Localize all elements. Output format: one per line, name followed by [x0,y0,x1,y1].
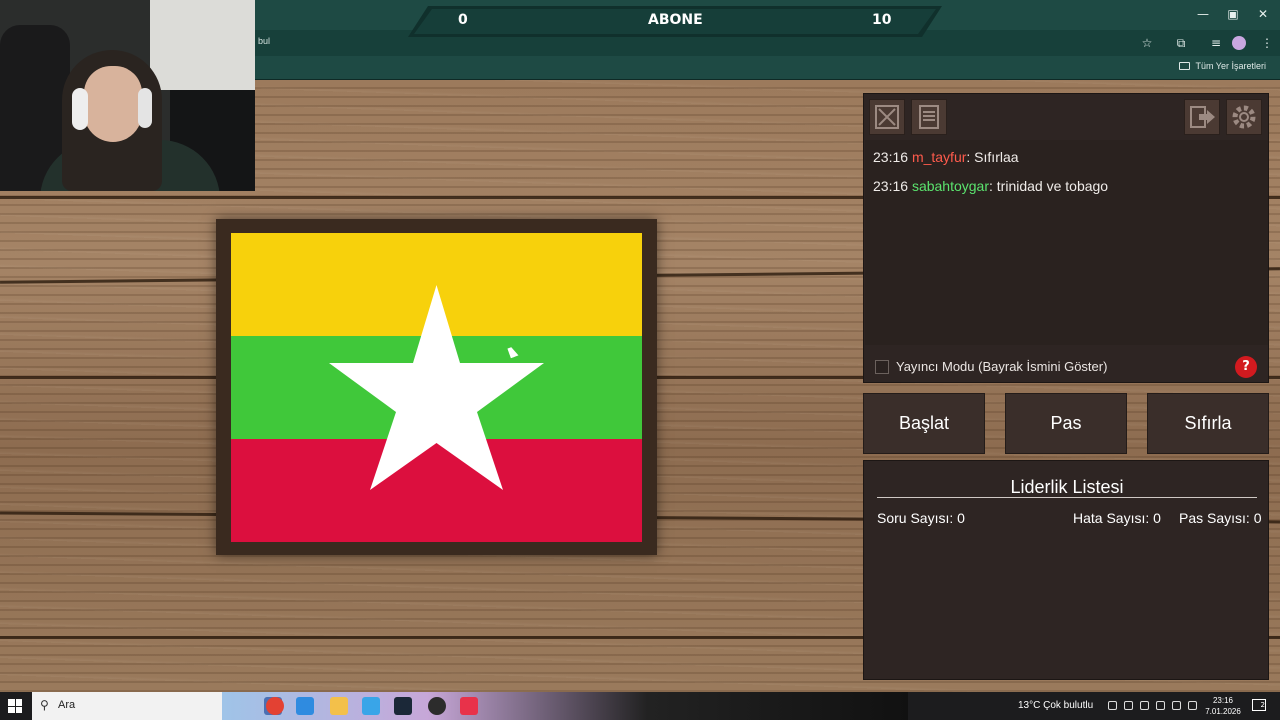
exit-icon[interactable] [1184,99,1220,135]
cam-person-face [84,66,142,142]
weather-text[interactable]: 13°C Çok bulutlu [1018,700,1093,711]
streamer-mode-row: Yayıncı Modu (Bayrak İsmini Göster) ? [875,356,1265,378]
address-text[interactable]: bul [258,36,270,46]
chat-message: 23:16 m_tayfur: Sıfırlaa [873,149,1019,165]
pass-button[interactable]: Pas [1005,393,1127,454]
tray-app-icon[interactable] [1124,701,1133,710]
streamer-mode-label[interactable]: Yayıncı Modu (Bayrak İsmini Göster) [896,359,1107,374]
notifications-icon[interactable]: 2 [1252,699,1266,711]
leaderboard-title: Liderlik Listesi [1010,477,1124,497]
search-placeholder: Ara [58,699,76,711]
flag-stripe-bottom [231,439,642,542]
score-right: 10 [872,12,892,28]
chat-text: : Sıfırlaa [966,149,1019,165]
profile-avatar[interactable] [1232,36,1246,50]
chat-time: 23:16 [873,178,909,194]
error-count: Hata Sayısı: 0 [1073,510,1161,526]
minimize-icon[interactable]: — [1188,4,1218,24]
webcam-overlay [0,0,255,191]
folder-icon [1179,62,1191,70]
streamer-mode-checkbox[interactable] [875,360,889,374]
taskbar: ⚲ Ara 13°C Çok bulutlu 23:16 7.01.2026 2 [0,692,1280,720]
score-label: ABONE [648,12,703,28]
extensions-icon[interactable]: ⧉ [1172,34,1190,52]
windows-start-icon[interactable] [8,699,22,713]
star-icon[interactable]: ☆ [1138,34,1156,52]
question-count: Soru Sayısı: 0 [877,510,965,526]
taskbar-search[interactable]: ⚲ Ara [32,692,222,720]
close-icon[interactable]: ✕ [1248,4,1278,24]
score-left: 0 [458,12,468,28]
steam-icon[interactable] [394,697,412,715]
headphone-right [138,88,152,128]
edge-icon[interactable] [296,697,314,715]
leaderboard-panel: Liderlik Listesi Soru Sayısı: 0 Hata Say… [863,460,1269,680]
media-icon[interactable]: ≡ [1207,34,1225,52]
all-bookmarks[interactable]: Tüm Yer İşaretleri [1179,61,1266,71]
reset-button[interactable]: Sıfırla [1147,393,1269,454]
chat-username: m_tayfur [911,149,967,165]
clock-date: 7.01.2026 [1205,707,1241,716]
settings-icon[interactable] [1226,99,1262,135]
headphone-left [72,88,88,130]
flag-image [231,233,642,542]
help-icon[interactable]: ? [1235,356,1257,378]
clock-time: 23:16 [1212,696,1234,705]
taskbar-clock[interactable]: 23:16 7.01.2026 [1203,695,1243,717]
leaderboard-divider [877,497,1257,498]
chat-time: 23:16 [873,149,909,165]
all-bookmarks-label: Tüm Yer İşaretleri [1195,61,1266,71]
taskbar-apps [222,692,908,720]
start-button[interactable]: Başlat [863,393,985,454]
search-icon: ⚲ [40,698,49,712]
list-icon[interactable] [911,99,947,135]
chat-username: sabahtoygar [911,178,989,194]
obs-icon[interactable] [428,697,446,715]
pass-count: Pas Sayısı: 0 [1179,510,1262,526]
fullscreen-icon[interactable] [869,99,905,135]
network-icon[interactable] [1172,701,1181,710]
score-bar: 0 ABONE 10 [408,6,942,37]
tray-app-icon[interactable] [1140,701,1149,710]
menu-icon[interactable]: ⋮ [1258,34,1276,52]
restore-icon[interactable]: ▣ [1218,4,1248,24]
explorer-icon[interactable] [330,697,348,715]
chat-message: 23:16 sabahtoygar: trinidad ve tobago [873,178,1108,194]
cam-background-shelf [150,0,255,90]
chat-text: : trinidad ve tobago [989,178,1109,194]
tray-chevron-icon[interactable] [1108,701,1117,710]
app-icon[interactable] [460,697,478,715]
volume-icon[interactable] [1188,701,1197,710]
chat-log: 23:16 m_tayfur: Sıfırlaa 23:16 sabahtoyg… [865,140,1268,345]
store-icon[interactable] [362,697,380,715]
microphone-icon[interactable] [1156,701,1165,710]
chrome-icon[interactable] [266,697,284,715]
